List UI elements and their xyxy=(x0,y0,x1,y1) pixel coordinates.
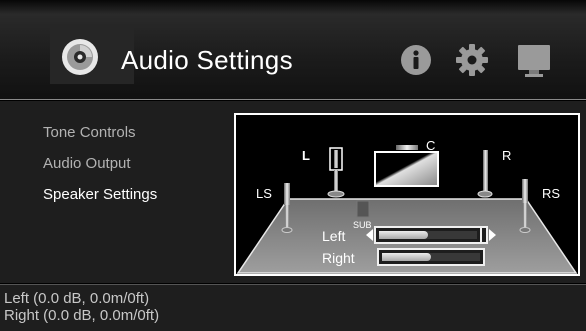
speaker-label-left: L xyxy=(302,148,310,163)
level-fill xyxy=(382,253,431,261)
level-fill xyxy=(379,231,428,239)
settings-menu: Tone Controls Audio Output Speaker Setti… xyxy=(43,125,157,218)
level-left-increase-arrow[interactable] xyxy=(489,229,496,241)
right-surround-speaker xyxy=(522,179,528,203)
level-left-decrease-arrow[interactable] xyxy=(366,229,373,241)
speaker-label-left-surround: LS xyxy=(256,186,272,201)
menu-item-tone-controls[interactable]: Tone Controls xyxy=(43,125,157,156)
speaker-label-right: R xyxy=(502,148,512,163)
right-speaker xyxy=(483,150,488,170)
menu-item-speaker-settings[interactable]: Speaker Settings xyxy=(43,187,157,218)
speaker-label-right-surround: RS xyxy=(542,186,561,201)
level-slider-left[interactable] xyxy=(374,226,482,244)
left-surround-speaker xyxy=(284,183,290,205)
tv-screen xyxy=(374,151,439,187)
status-line-right: Right (0.0 dB, 0.0m/0ft) xyxy=(4,307,160,324)
monitor-icon[interactable] xyxy=(517,44,551,78)
subwoofer-speaker xyxy=(356,200,370,218)
speaker-disc-icon xyxy=(62,39,98,75)
center-speaker xyxy=(396,145,418,150)
level-track xyxy=(379,231,477,239)
level-label-right: Right xyxy=(322,250,355,266)
speaker-label-center: C xyxy=(426,138,436,153)
level-slider-left-extension xyxy=(482,226,488,244)
status-bar: Left (0.0 dB, 0.0m/0ft) Right (0.0 dB, 0… xyxy=(0,284,586,331)
level-track xyxy=(382,253,480,261)
menu-item-audio-output[interactable]: Audio Output xyxy=(43,156,157,187)
main-content: Tone Controls Audio Output Speaker Setti… xyxy=(0,101,586,283)
gear-icon[interactable] xyxy=(454,42,490,78)
header-bar: Audio Settings xyxy=(0,0,586,100)
page-title: Audio Settings xyxy=(121,45,293,75)
info-icon[interactable] xyxy=(400,44,432,76)
level-label-left: Left xyxy=(322,228,346,244)
speaker-diagram-panel: L C R LS RS SUB Left Right xyxy=(234,113,580,276)
level-slider-right[interactable] xyxy=(377,248,485,266)
status-line-left: Left (0.0 dB, 0.0m/0ft) xyxy=(4,290,150,307)
